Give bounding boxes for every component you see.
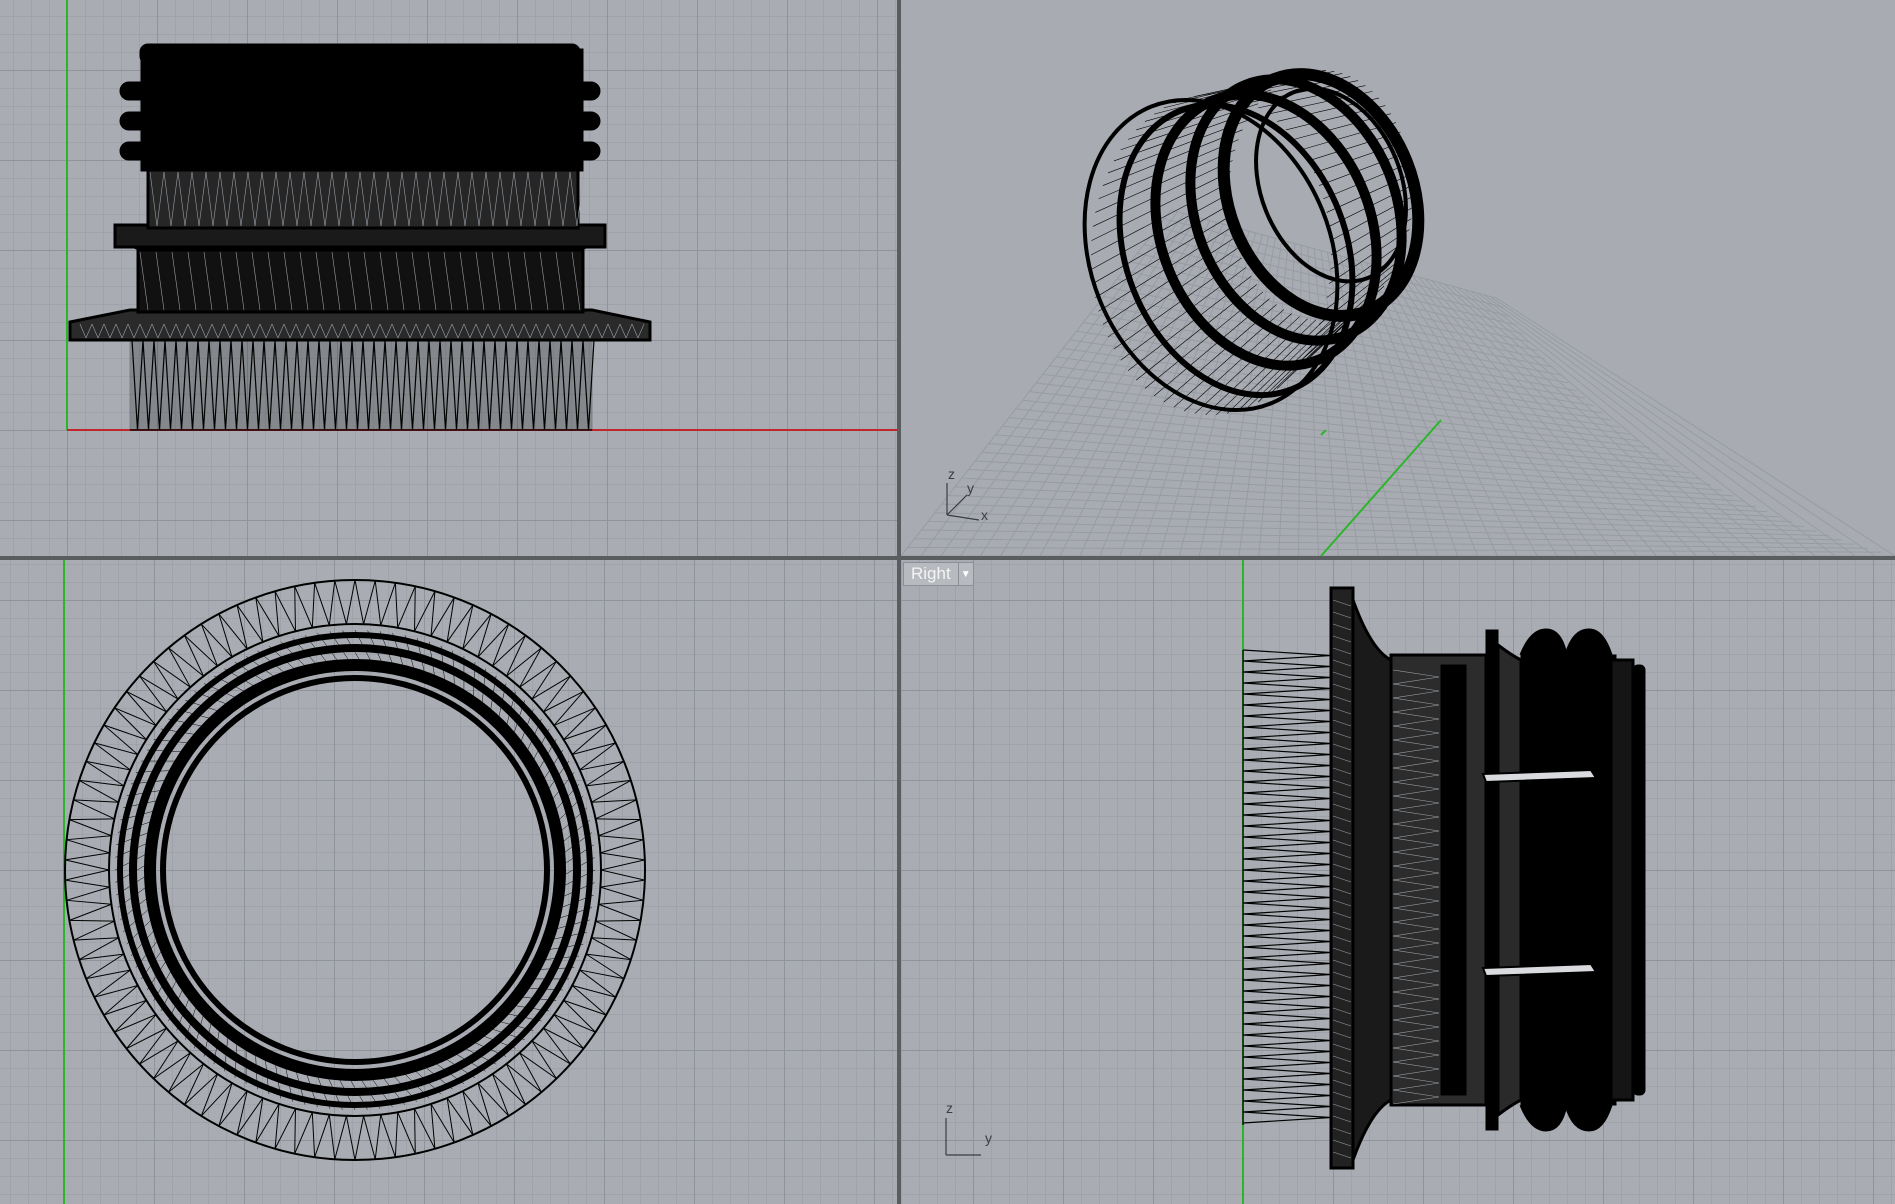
viewport-front[interactable] xyxy=(0,560,897,1204)
part-wireframe-side xyxy=(68,43,652,431)
y-axis-label: y xyxy=(985,1130,992,1146)
top-wireframe xyxy=(66,0,897,431)
y-axis-label: y xyxy=(967,480,974,496)
viewport-right[interactable]: Right ▼ z y xyxy=(901,560,1895,1204)
chevron-down-icon[interactable]: ▼ xyxy=(957,563,973,585)
part-wireframe-right xyxy=(1242,586,1646,1170)
viewport-title: Right xyxy=(911,564,951,583)
right-wireframe xyxy=(1242,560,1646,1204)
part-wireframe-ring xyxy=(64,579,646,1161)
z-axis-label: z xyxy=(946,1100,953,1116)
front-wireframe xyxy=(63,560,646,1204)
viewport-title-button[interactable]: Right ▼ xyxy=(903,562,974,586)
viewport-top[interactable] xyxy=(0,0,897,556)
z-axis-label: z xyxy=(948,466,955,482)
viewport-perspective[interactable]: z y x xyxy=(901,0,1895,556)
x-axis-label: x xyxy=(981,507,988,523)
perspective-scene xyxy=(901,68,1895,556)
